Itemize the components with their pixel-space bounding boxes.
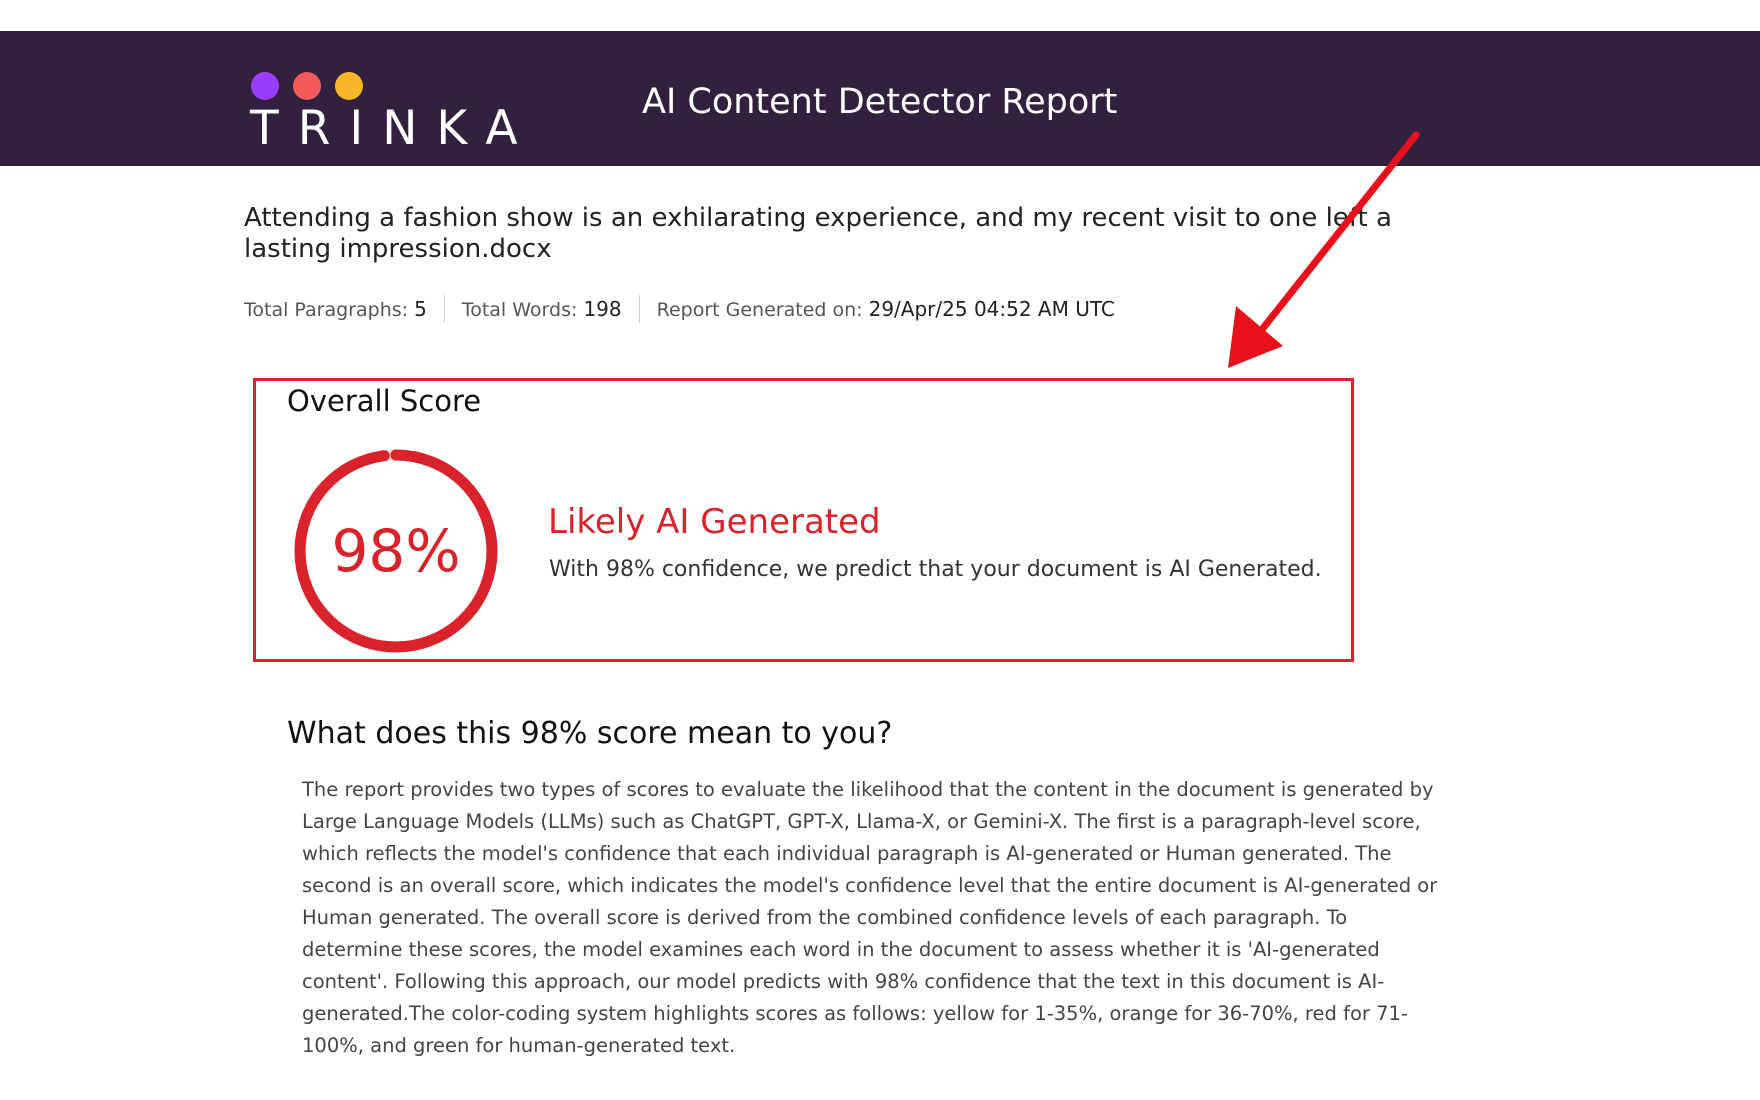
paragraphs-label: Total Paragraphs: xyxy=(244,299,409,321)
meta-generated: Report Generated on: 29/Apr/25 04:52 AM … xyxy=(657,297,1115,321)
arrow-head xyxy=(1228,306,1283,368)
words-value: 198 xyxy=(583,297,622,321)
generated-value: 29/Apr/25 04:52 AM UTC xyxy=(868,297,1115,321)
generated-label: Report Generated on: xyxy=(656,299,863,321)
words-label: Total Words: xyxy=(461,299,578,321)
overall-score-heading: Overall Score xyxy=(287,384,482,418)
report-meta: Total Paragraphs: 5 Total Words: 198 Rep… xyxy=(244,295,1115,323)
report-title: AI Content Detector Report xyxy=(642,82,1118,122)
logo-dot-yellow xyxy=(335,72,363,100)
verdict-label: Likely AI Generated xyxy=(548,502,881,542)
score-meaning-body: The report provides two types of scores … xyxy=(302,778,1438,1057)
paragraphs-value: 5 xyxy=(414,297,427,321)
top-margin xyxy=(0,0,1760,31)
meta-divider xyxy=(443,295,445,323)
report-page: TRINKA AI Content Detector Report Attend… xyxy=(0,0,1760,1100)
meta-words: Total Words: 198 xyxy=(462,297,622,321)
verdict-description: With 98% confidence, we predict that you… xyxy=(549,557,1322,582)
document-name: Attending a fashion show is an exhilarat… xyxy=(244,203,1392,264)
logo-dot-red xyxy=(293,72,321,100)
score-percentage: 98% xyxy=(331,517,461,585)
meta-divider xyxy=(638,295,640,323)
logo-dot-purple xyxy=(251,72,279,100)
trinka-logo: TRINKA xyxy=(250,101,537,156)
meta-paragraphs: Total Paragraphs: 5 xyxy=(244,297,427,321)
score-meaning-heading: What does this 98% score mean to you? xyxy=(287,716,893,751)
